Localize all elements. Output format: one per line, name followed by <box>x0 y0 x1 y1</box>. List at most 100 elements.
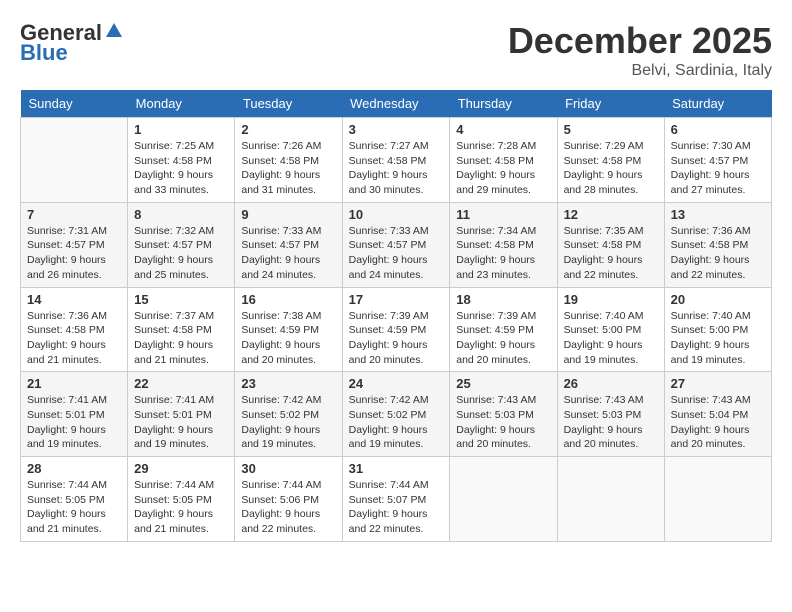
calendar-week-row: 21 Sunrise: 7:41 AMSunset: 5:01 PMDayligh… <box>21 372 772 457</box>
calendar-cell: 6 Sunrise: 7:30 AMSunset: 4:57 PMDaylight… <box>664 118 771 203</box>
day-number: 12 <box>564 207 658 222</box>
calendar-cell: 26 Sunrise: 7:43 AMSunset: 5:03 PMDayligh… <box>557 372 664 457</box>
day-number: 9 <box>241 207 335 222</box>
calendar-cell: 2 Sunrise: 7:26 AMSunset: 4:58 PMDaylight… <box>235 118 342 203</box>
logo: General Blue <box>20 20 124 66</box>
day-number: 17 <box>349 292 444 307</box>
day-info: Sunrise: 7:30 AMSunset: 4:57 PMDaylight:… <box>671 139 765 198</box>
calendar-cell: 3Sunrise: 7:27 AMSunset: 4:58 PMDaylight… <box>342 118 450 203</box>
day-info: Sunrise: 7:31 AMSunset: 4:57 PMDaylight:… <box>27 224 121 283</box>
day-info: Sunrise: 7:32 AMSunset: 4:57 PMDaylight:… <box>134 224 228 283</box>
day-info: Sunrise: 7:40 AMSunset: 5:00 PMDaylight:… <box>564 309 658 368</box>
day-number: 25 <box>456 376 550 391</box>
day-number: 11 <box>456 207 550 222</box>
day-info: Sunrise: 7:44 AMSunset: 5:05 PMDaylight:… <box>134 478 228 537</box>
calendar-cell: 10 Sunrise: 7:33 AMSunset: 4:57 PMDayligh… <box>342 202 450 287</box>
day-number: 19 <box>564 292 658 307</box>
day-info: Sunrise: 7:37 AMSunset: 4:58 PMDaylight:… <box>134 309 228 368</box>
calendar-cell <box>557 457 664 542</box>
calendar-cell: 24Sunrise: 7:42 AMSunset: 5:02 PMDayligh… <box>342 372 450 457</box>
day-number: 1 <box>134 122 228 137</box>
logo-icon <box>104 21 124 41</box>
day-info: Sunrise: 7:43 AMSunset: 5:03 PMDaylight:… <box>456 393 550 452</box>
day-info: Sunrise: 7:25 AMSunset: 4:58 PMDaylight:… <box>134 139 228 198</box>
day-number: 18 <box>456 292 550 307</box>
calendar-cell: 27Sunrise: 7:43 AMSunset: 5:04 PMDayligh… <box>664 372 771 457</box>
calendar-week-row: 7 Sunrise: 7:31 AMSunset: 4:57 PMDaylight… <box>21 202 772 287</box>
day-info: Sunrise: 7:26 AMSunset: 4:58 PMDaylight:… <box>241 139 335 198</box>
day-number: 6 <box>671 122 765 137</box>
calendar-cell: 30 Sunrise: 7:44 AMSunset: 5:06 PMDayligh… <box>235 457 342 542</box>
day-number: 5 <box>564 122 658 137</box>
day-info: Sunrise: 7:33 AMSunset: 4:57 PMDaylight:… <box>241 224 335 283</box>
day-info: Sunrise: 7:41 AMSunset: 5:01 PMDaylight:… <box>27 393 121 452</box>
day-number: 21 <box>27 376 121 391</box>
calendar-cell: 8 Sunrise: 7:32 AMSunset: 4:57 PMDaylight… <box>128 202 235 287</box>
calendar-week-row: 14 Sunrise: 7:36 AMSunset: 4:58 PMDayligh… <box>21 287 772 372</box>
calendar-table: SundayMondayTuesdayWednesdayThursdayFrid… <box>20 90 772 542</box>
day-info: Sunrise: 7:40 AMSunset: 5:00 PMDaylight:… <box>671 309 765 368</box>
day-info: Sunrise: 7:44 AMSunset: 5:07 PMDaylight:… <box>349 478 444 537</box>
calendar-cell: 25 Sunrise: 7:43 AMSunset: 5:03 PMDayligh… <box>450 372 557 457</box>
calendar-cell: 9 Sunrise: 7:33 AMSunset: 4:57 PMDaylight… <box>235 202 342 287</box>
day-info: Sunrise: 7:43 AMSunset: 5:03 PMDaylight:… <box>564 393 658 452</box>
calendar-cell: 1 Sunrise: 7:25 AMSunset: 4:58 PMDaylight… <box>128 118 235 203</box>
day-info: Sunrise: 7:35 AMSunset: 4:58 PMDaylight:… <box>564 224 658 283</box>
day-info: Sunrise: 7:34 AMSunset: 4:58 PMDaylight:… <box>456 224 550 283</box>
calendar-cell: 12 Sunrise: 7:35 AMSunset: 4:58 PMDayligh… <box>557 202 664 287</box>
calendar-cell: 4 Sunrise: 7:28 AMSunset: 4:58 PMDaylight… <box>450 118 557 203</box>
day-number: 14 <box>27 292 121 307</box>
day-number: 8 <box>134 207 228 222</box>
calendar-cell: 29 Sunrise: 7:44 AMSunset: 5:05 PMDayligh… <box>128 457 235 542</box>
month-title: December 2025 <box>508 20 772 62</box>
day-info: Sunrise: 7:38 AMSunset: 4:59 PMDaylight:… <box>241 309 335 368</box>
day-number: 24 <box>349 376 444 391</box>
weekday-header-thursday: Thursday <box>450 90 557 118</box>
logo-blue-text: Blue <box>20 40 68 66</box>
day-info: Sunrise: 7:33 AMSunset: 4:57 PMDaylight:… <box>349 224 444 283</box>
day-info: Sunrise: 7:29 AMSunset: 4:58 PMDaylight:… <box>564 139 658 198</box>
day-number: 31 <box>349 461 444 476</box>
weekday-header-monday: Monday <box>128 90 235 118</box>
day-number: 30 <box>241 461 335 476</box>
day-info: Sunrise: 7:44 AMSunset: 5:06 PMDaylight:… <box>241 478 335 537</box>
day-number: 2 <box>241 122 335 137</box>
calendar-cell: 22Sunrise: 7:41 AMSunset: 5:01 PMDayligh… <box>128 372 235 457</box>
day-number: 29 <box>134 461 228 476</box>
weekday-header-wednesday: Wednesday <box>342 90 450 118</box>
calendar-cell: 28 Sunrise: 7:44 AMSunset: 5:05 PMDayligh… <box>21 457 128 542</box>
calendar-cell: 7 Sunrise: 7:31 AMSunset: 4:57 PMDaylight… <box>21 202 128 287</box>
day-info: Sunrise: 7:36 AMSunset: 4:58 PMDaylight:… <box>27 309 121 368</box>
day-number: 20 <box>671 292 765 307</box>
day-number: 26 <box>564 376 658 391</box>
day-info: Sunrise: 7:39 AMSunset: 4:59 PMDaylight:… <box>349 309 444 368</box>
day-number: 28 <box>27 461 121 476</box>
calendar-cell <box>664 457 771 542</box>
calendar-cell: 18Sunrise: 7:39 AMSunset: 4:59 PMDayligh… <box>450 287 557 372</box>
day-number: 16 <box>241 292 335 307</box>
day-number: 7 <box>27 207 121 222</box>
location-text: Belvi, Sardinia, Italy <box>508 62 772 80</box>
day-info: Sunrise: 7:44 AMSunset: 5:05 PMDaylight:… <box>27 478 121 537</box>
day-number: 13 <box>671 207 765 222</box>
title-section: December 2025 Belvi, Sardinia, Italy <box>508 20 772 80</box>
calendar-cell: 13Sunrise: 7:36 AMSunset: 4:58 PMDayligh… <box>664 202 771 287</box>
calendar-week-row: 1 Sunrise: 7:25 AMSunset: 4:58 PMDaylight… <box>21 118 772 203</box>
calendar-cell: 21 Sunrise: 7:41 AMSunset: 5:01 PMDayligh… <box>21 372 128 457</box>
calendar-cell: 17 Sunrise: 7:39 AMSunset: 4:59 PMDayligh… <box>342 287 450 372</box>
day-info: Sunrise: 7:28 AMSunset: 4:58 PMDaylight:… <box>456 139 550 198</box>
day-info: Sunrise: 7:41 AMSunset: 5:01 PMDaylight:… <box>134 393 228 452</box>
day-info: Sunrise: 7:43 AMSunset: 5:04 PMDaylight:… <box>671 393 765 452</box>
day-number: 10 <box>349 207 444 222</box>
calendar-cell: 15Sunrise: 7:37 AMSunset: 4:58 PMDayligh… <box>128 287 235 372</box>
day-info: Sunrise: 7:27 AMSunset: 4:58 PMDaylight:… <box>349 139 444 198</box>
weekday-header-tuesday: Tuesday <box>235 90 342 118</box>
weekday-header-friday: Friday <box>557 90 664 118</box>
day-info: Sunrise: 7:42 AMSunset: 5:02 PMDaylight:… <box>241 393 335 452</box>
calendar-week-row: 28 Sunrise: 7:44 AMSunset: 5:05 PMDayligh… <box>21 457 772 542</box>
weekday-header-sunday: Sunday <box>21 90 128 118</box>
day-number: 4 <box>456 122 550 137</box>
calendar-cell: 23Sunrise: 7:42 AMSunset: 5:02 PMDayligh… <box>235 372 342 457</box>
calendar-cell: 14 Sunrise: 7:36 AMSunset: 4:58 PMDayligh… <box>21 287 128 372</box>
calendar-cell: 11 Sunrise: 7:34 AMSunset: 4:58 PMDayligh… <box>450 202 557 287</box>
